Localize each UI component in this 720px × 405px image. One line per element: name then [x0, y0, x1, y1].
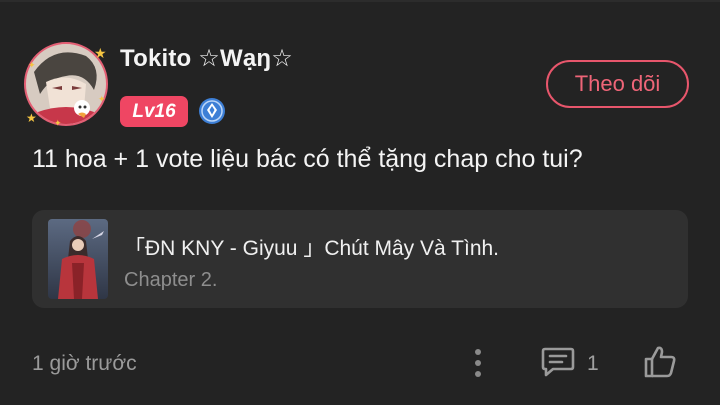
level-badge: Lv16 [120, 96, 188, 127]
author-avatar[interactable]: ★ ★ ✦ ✦ ✦ [24, 42, 108, 126]
svg-text:✦: ✦ [28, 60, 36, 70]
story-cover-image [48, 219, 108, 299]
verified-badge-icon [198, 97, 226, 125]
svg-text:✦: ✦ [54, 118, 62, 126]
comment-text: 11 hoa + 1 vote liệu bác có thể tặng cha… [32, 145, 583, 173]
author-name[interactable]: Tokito ☆Wạŋ☆ [120, 44, 293, 73]
anime-avatar-icon: ★ ★ ✦ ✦ ✦ [24, 42, 108, 126]
svg-text:★: ★ [94, 45, 107, 61]
top-divider [0, 0, 720, 2]
comment-timestamp: 1 giờ trước [32, 352, 137, 375]
story-card[interactable]: 「ĐN KNY - Giyuu 」Chút Mây Và Tình. Chapt… [32, 210, 688, 308]
thumbs-up-icon[interactable] [642, 344, 678, 380]
reply-count: 1 [587, 352, 599, 375]
comment-icon[interactable] [540, 345, 576, 379]
more-vertical-icon[interactable] [466, 346, 490, 380]
svg-text:✦: ✦ [98, 94, 106, 104]
story-title: 「ĐN KNY - Giyuu 」Chút Mây Và Tình. [124, 237, 500, 260]
follow-button[interactable]: Theo dõi [546, 60, 689, 108]
svg-text:★: ★ [26, 111, 37, 125]
story-chapter: Chapter 2. [124, 269, 218, 291]
